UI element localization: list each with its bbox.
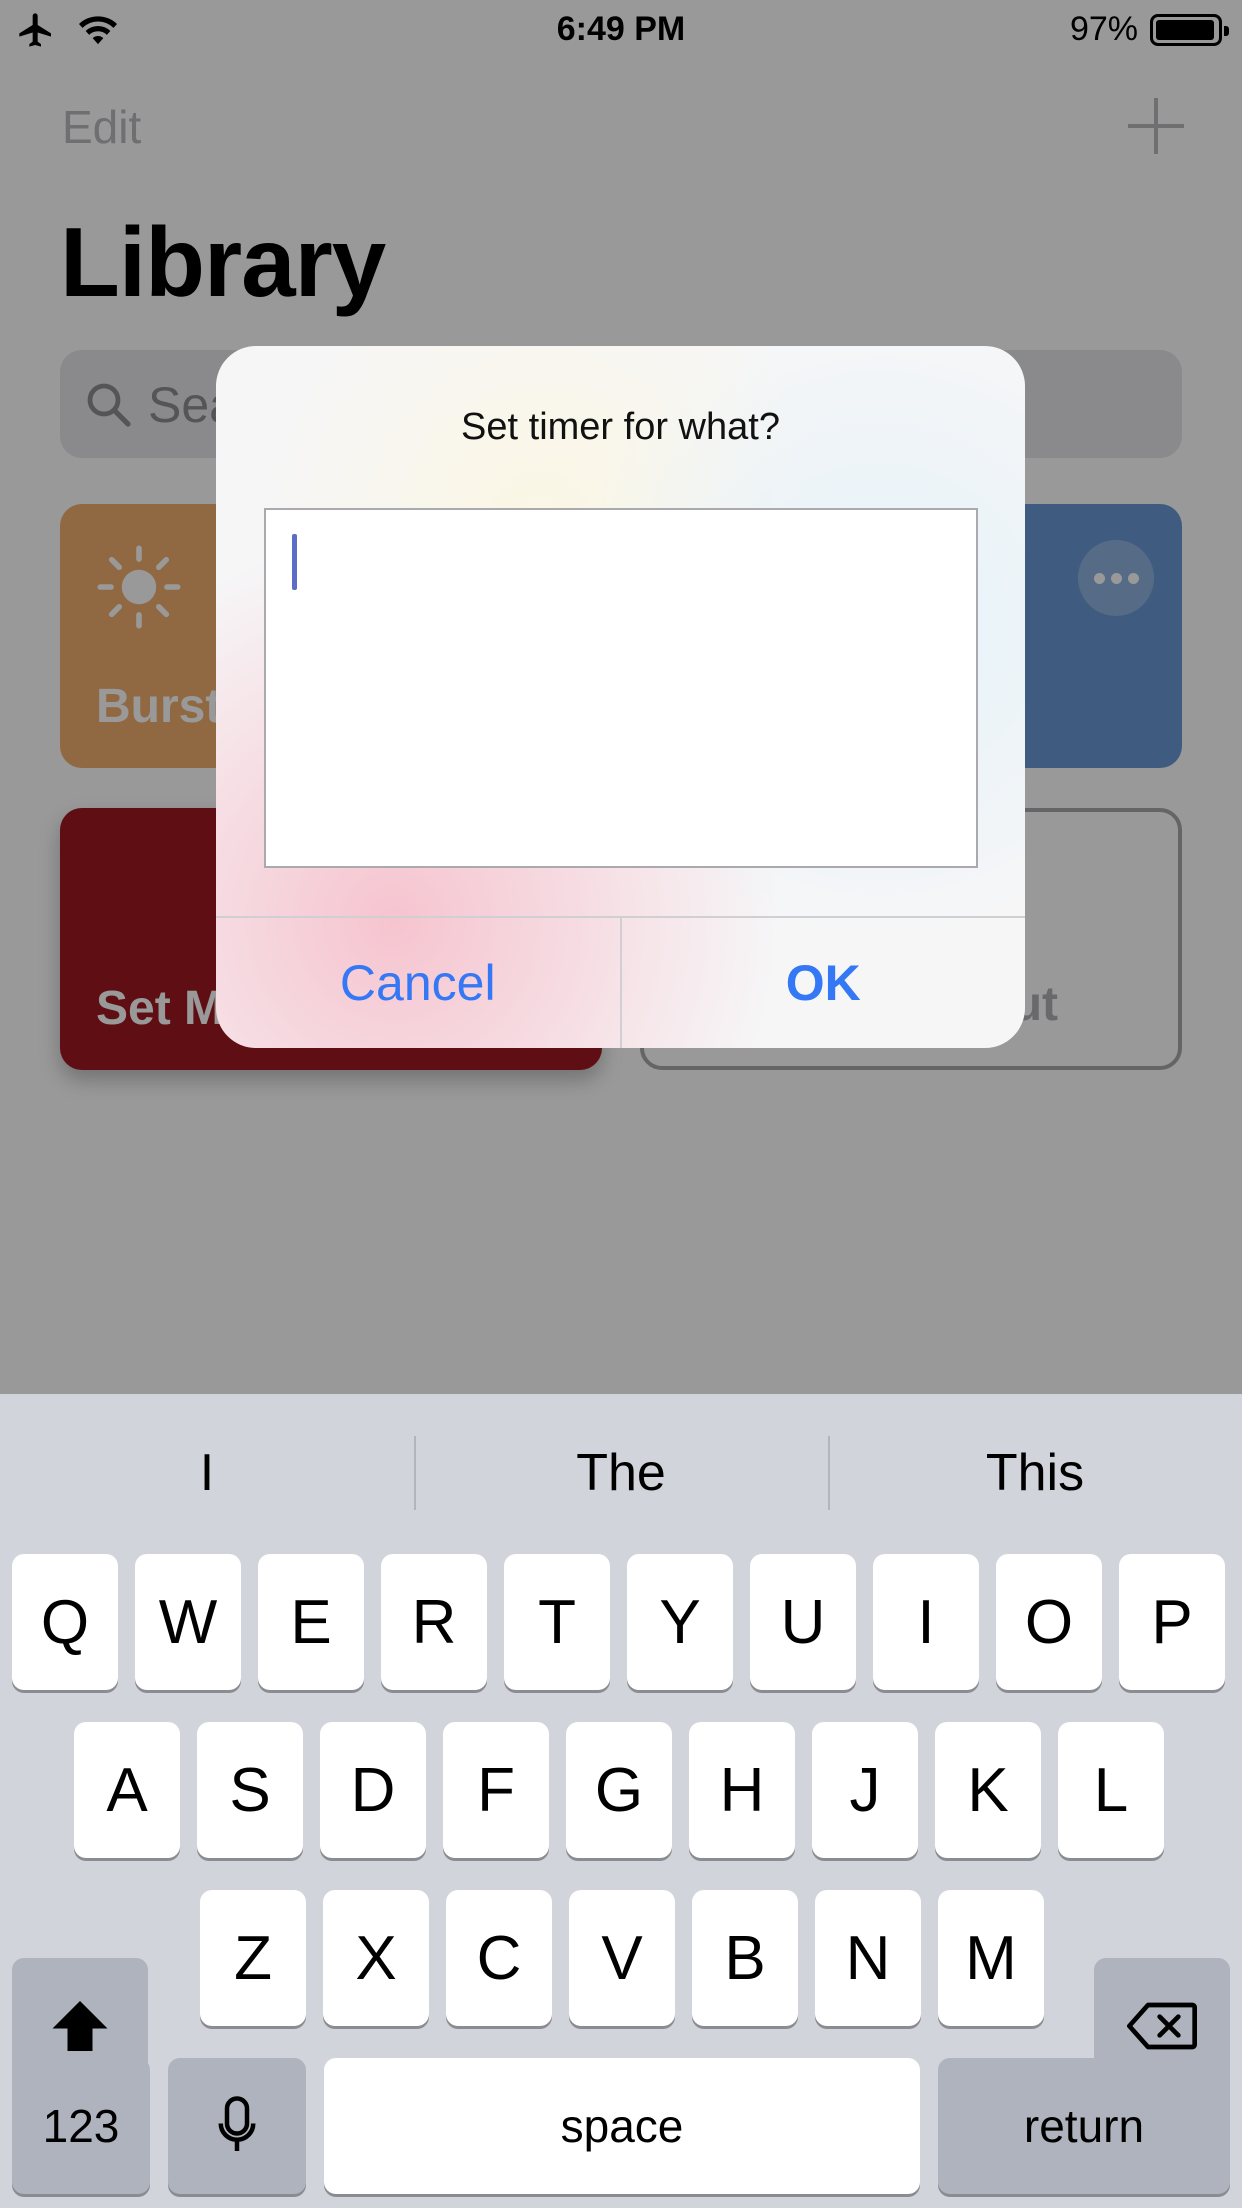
key-j[interactable]: J: [812, 1722, 918, 1858]
keyboard: I The This QWERTYUIOP ASDFGHJKL ZXCVBNM …: [0, 1394, 1242, 2208]
backspace-icon: [1127, 2002, 1197, 2050]
cancel-button[interactable]: Cancel: [216, 918, 620, 1048]
alert-title: Set timer for what?: [461, 406, 780, 448]
ok-button[interactable]: OK: [619, 918, 1026, 1048]
prediction-item[interactable]: I: [0, 1394, 414, 1552]
key-v[interactable]: V: [569, 1890, 675, 2026]
key-p[interactable]: P: [1119, 1554, 1225, 1690]
space-key[interactable]: space: [324, 2058, 920, 2194]
prediction-item[interactable]: The: [414, 1394, 828, 1552]
key-x[interactable]: X: [323, 1890, 429, 2026]
key-k[interactable]: K: [935, 1722, 1041, 1858]
numbers-key[interactable]: 123: [12, 2058, 150, 2194]
alert-dialog: Set timer for what? Cancel OK: [216, 346, 1025, 1048]
key-f[interactable]: F: [443, 1722, 549, 1858]
key-u[interactable]: U: [750, 1554, 856, 1690]
timer-text-input[interactable]: [264, 508, 978, 868]
key-r[interactable]: R: [381, 1554, 487, 1690]
prediction-item[interactable]: This: [828, 1394, 1242, 1552]
microphone-icon: [218, 2096, 256, 2151]
key-q[interactable]: Q: [12, 1554, 118, 1690]
return-key[interactable]: return: [938, 2058, 1230, 2194]
key-s[interactable]: S: [197, 1722, 303, 1858]
dictation-key[interactable]: [168, 2058, 306, 2194]
key-t[interactable]: T: [504, 1554, 610, 1690]
key-z[interactable]: Z: [200, 1890, 306, 2026]
key-n[interactable]: N: [815, 1890, 921, 2026]
key-w[interactable]: W: [135, 1554, 241, 1690]
key-l[interactable]: L: [1058, 1722, 1164, 1858]
text-caret: [292, 534, 297, 590]
key-d[interactable]: D: [320, 1722, 426, 1858]
key-g[interactable]: G: [566, 1722, 672, 1858]
key-i[interactable]: I: [873, 1554, 979, 1690]
key-o[interactable]: O: [996, 1554, 1102, 1690]
key-c[interactable]: C: [446, 1890, 552, 2026]
key-y[interactable]: Y: [627, 1554, 733, 1690]
key-e[interactable]: E: [258, 1554, 364, 1690]
alert-button-row: Cancel OK: [216, 916, 1025, 1048]
key-h[interactable]: H: [689, 1722, 795, 1858]
predictive-bar: I The This: [0, 1394, 1242, 1552]
key-m[interactable]: M: [938, 1890, 1044, 2026]
shift-icon: [52, 2001, 108, 2051]
key-b[interactable]: B: [692, 1890, 798, 2026]
key-a[interactable]: A: [74, 1722, 180, 1858]
